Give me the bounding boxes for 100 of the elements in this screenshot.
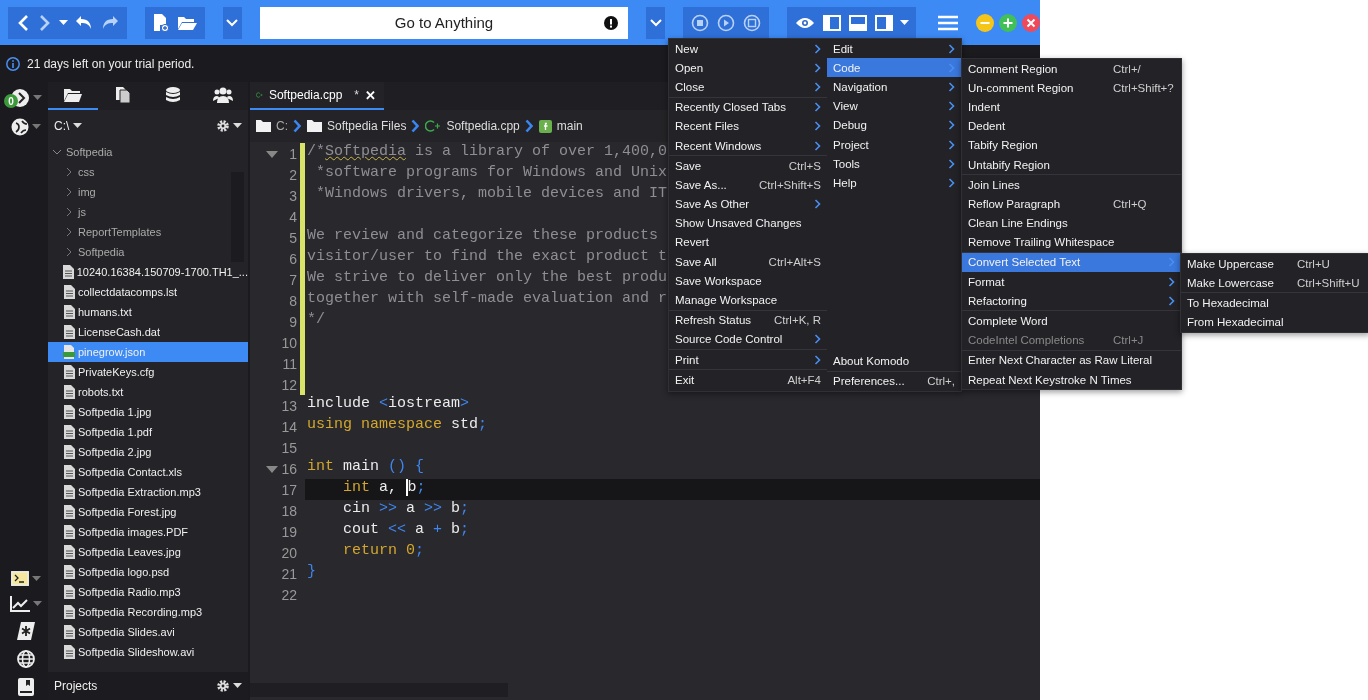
menu-item[interactable]: To Hexadecimal bbox=[1181, 293, 1368, 313]
settings-icon[interactable] bbox=[216, 679, 230, 693]
close-button[interactable] bbox=[1022, 13, 1040, 32]
menu-item[interactable]: Debug bbox=[827, 115, 961, 135]
menu-item[interactable]: Recent Windows bbox=[669, 135, 827, 156]
tree-item[interactable]: Softpedia logo.psd bbox=[48, 562, 248, 582]
tree-item[interactable]: Softpedia 1.pdf bbox=[48, 422, 248, 442]
menu-item[interactable]: Save As Other bbox=[669, 194, 827, 214]
menu-item[interactable]: Refactoring bbox=[962, 291, 1181, 311]
tree-item[interactable]: Softpedia Leaves.jpg bbox=[48, 542, 248, 562]
left-pane-icon[interactable] bbox=[823, 14, 841, 31]
chevron-down-icon[interactable] bbox=[649, 18, 662, 27]
menu-item[interactable]: Format bbox=[962, 272, 1181, 292]
bottom-pane-icon[interactable] bbox=[849, 14, 867, 31]
eye-icon[interactable] bbox=[795, 15, 815, 30]
tree-item[interactable]: Softpedia images.PDF bbox=[48, 522, 248, 542]
minimize-button[interactable] bbox=[976, 13, 994, 32]
tree-item[interactable]: img bbox=[48, 182, 248, 202]
tree-item[interactable]: Softpedia 1.jpg bbox=[48, 402, 248, 422]
tree-item[interactable]: Softpedia Recording.mp3 bbox=[48, 602, 248, 622]
tree-item[interactable]: humans.txt bbox=[48, 302, 248, 322]
caret-down-icon[interactable] bbox=[233, 123, 242, 129]
breadcrumb-item[interactable]: Softpedia Files bbox=[327, 119, 407, 133]
tree-item[interactable]: robots.txt bbox=[48, 382, 248, 402]
menu-item[interactable]: Save As... Ctrl+Shift+S bbox=[669, 175, 827, 195]
breadcrumb-item[interactable]: C: bbox=[276, 119, 288, 133]
menu-item[interactable]: Save Workspace bbox=[669, 271, 827, 291]
menu-item[interactable]: New bbox=[669, 39, 827, 59]
tree-item[interactable]: Softpedia bbox=[48, 242, 248, 262]
menu-item[interactable]: Un-comment Region Ctrl+Shift+? bbox=[962, 78, 1181, 98]
undo-icon[interactable] bbox=[75, 14, 93, 31]
menu-item[interactable]: Source Code Control bbox=[669, 329, 827, 349]
menu-item[interactable]: Indent bbox=[962, 97, 1181, 117]
forward-icon[interactable] bbox=[38, 13, 52, 32]
tree-item[interactable]: Softpedia 2.jpg bbox=[48, 442, 248, 462]
tree-item[interactable]: collectdatacomps.lst bbox=[48, 282, 248, 302]
tree-item[interactable]: Softpedia bbox=[48, 142, 248, 162]
menu-item[interactable]: Dedent bbox=[962, 116, 1181, 136]
chevron-down-icon[interactable] bbox=[52, 147, 62, 157]
menu-icon[interactable] bbox=[938, 14, 958, 31]
breadcrumb-item[interactable]: main bbox=[556, 119, 583, 133]
tree-item[interactable]: 10240.16384.150709-1700.TH1_... bbox=[48, 262, 248, 282]
right-pane-icon[interactable] bbox=[875, 14, 893, 31]
chart-icon[interactable] bbox=[10, 596, 30, 612]
menu-item[interactable]: Untabify Region bbox=[962, 154, 1181, 175]
tree-item[interactable]: PrivateKeys.cfg bbox=[48, 362, 248, 382]
menu-item[interactable]: Navigation bbox=[827, 77, 961, 97]
tree-item[interactable]: LicenseCash.dat bbox=[48, 322, 248, 342]
menu-item[interactable]: Complete Word bbox=[962, 311, 1181, 331]
tree-item[interactable]: js bbox=[48, 202, 248, 222]
caret-down-icon[interactable] bbox=[73, 123, 83, 129]
menu-item[interactable]: Manage Workspace bbox=[669, 290, 827, 310]
menu-item[interactable]: Recent Files bbox=[669, 116, 827, 136]
asterisk-icon[interactable] bbox=[17, 622, 35, 640]
menu-item[interactable]: Save All Ctrl+Alt+S bbox=[669, 252, 827, 272]
editor-tab[interactable]: Softpedia.cpp * ✕ bbox=[250, 82, 384, 110]
menu-item[interactable]: Make Lowercase Ctrl+Shift+U bbox=[1181, 273, 1368, 293]
menu-item[interactable]: Tools bbox=[827, 154, 961, 174]
menu-item[interactable]: Comment Region Ctrl+/ bbox=[962, 59, 1181, 79]
tree-item[interactable]: Softpedia Contact.xls bbox=[48, 462, 248, 482]
menu-item[interactable]: Convert Selected Text bbox=[962, 252, 1181, 273]
menu-item[interactable]: Refresh Status Ctrl+K, R bbox=[669, 310, 827, 330]
menu-item[interactable]: Join Lines bbox=[962, 175, 1181, 195]
maximize-button[interactable] bbox=[999, 13, 1017, 32]
book-icon[interactable] bbox=[18, 678, 34, 696]
redo-icon[interactable] bbox=[101, 14, 119, 31]
menu-item[interactable]: Preferences... Ctrl+, bbox=[827, 371, 961, 391]
tree-item[interactable]: css bbox=[48, 162, 248, 182]
menu-item[interactable]: Show Unsaved Changes bbox=[669, 213, 827, 233]
globe-icon[interactable] bbox=[17, 650, 35, 668]
stop-icon[interactable] bbox=[691, 13, 709, 32]
menu-item[interactable]: Code bbox=[827, 58, 961, 78]
breadcrumb-item[interactable]: Softpedia.cpp bbox=[446, 119, 520, 133]
menu-item[interactable]: Enter Next Character as Raw Literal bbox=[962, 350, 1181, 370]
tree-item[interactable]: Softpedia Radio.mp3 bbox=[48, 582, 248, 602]
menu-item[interactable]: Project bbox=[827, 134, 961, 155]
close-tab-button[interactable]: ✕ bbox=[365, 87, 376, 103]
menu-item[interactable]: Repeat Next Keystroke N Times bbox=[962, 370, 1181, 390]
menu-item[interactable]: View bbox=[827, 96, 961, 116]
tree-item[interactable]: Softpedia Slides.avi bbox=[48, 622, 248, 642]
menu-item[interactable]: About Komodo bbox=[827, 351, 961, 371]
play-icon[interactable] bbox=[717, 13, 735, 32]
menu-item[interactable]: Help bbox=[827, 173, 961, 193]
menu-item[interactable]: Tabify Region bbox=[962, 135, 1181, 155]
new-file-icon[interactable] bbox=[153, 13, 169, 32]
fold-arrow-icon[interactable] bbox=[266, 150, 278, 158]
menu-item[interactable]: Reflow Paragraph Ctrl+Q bbox=[962, 194, 1181, 214]
menu-item[interactable]: Open bbox=[669, 58, 827, 78]
tree-item[interactable]: Softpedia Extraction.mp3 bbox=[48, 482, 248, 502]
menu-item[interactable]: Edit bbox=[827, 39, 961, 59]
menu-item[interactable]: Clean Line Endings bbox=[962, 213, 1181, 233]
tree-item[interactable]: Softpedia Slideshow.avi bbox=[48, 642, 248, 662]
fold-arrow-icon[interactable] bbox=[266, 465, 278, 473]
menu-item[interactable]: Close bbox=[669, 77, 827, 97]
menu-item[interactable]: From Hexadecimal bbox=[1181, 312, 1368, 332]
menu-item[interactable]: Exit Alt+F4 bbox=[669, 370, 827, 390]
caret-down-icon[interactable] bbox=[233, 683, 242, 689]
menu-item[interactable]: Save Ctrl+S bbox=[669, 156, 827, 176]
settings-icon[interactable] bbox=[216, 119, 230, 133]
menu-item[interactable]: Print bbox=[669, 350, 827, 370]
